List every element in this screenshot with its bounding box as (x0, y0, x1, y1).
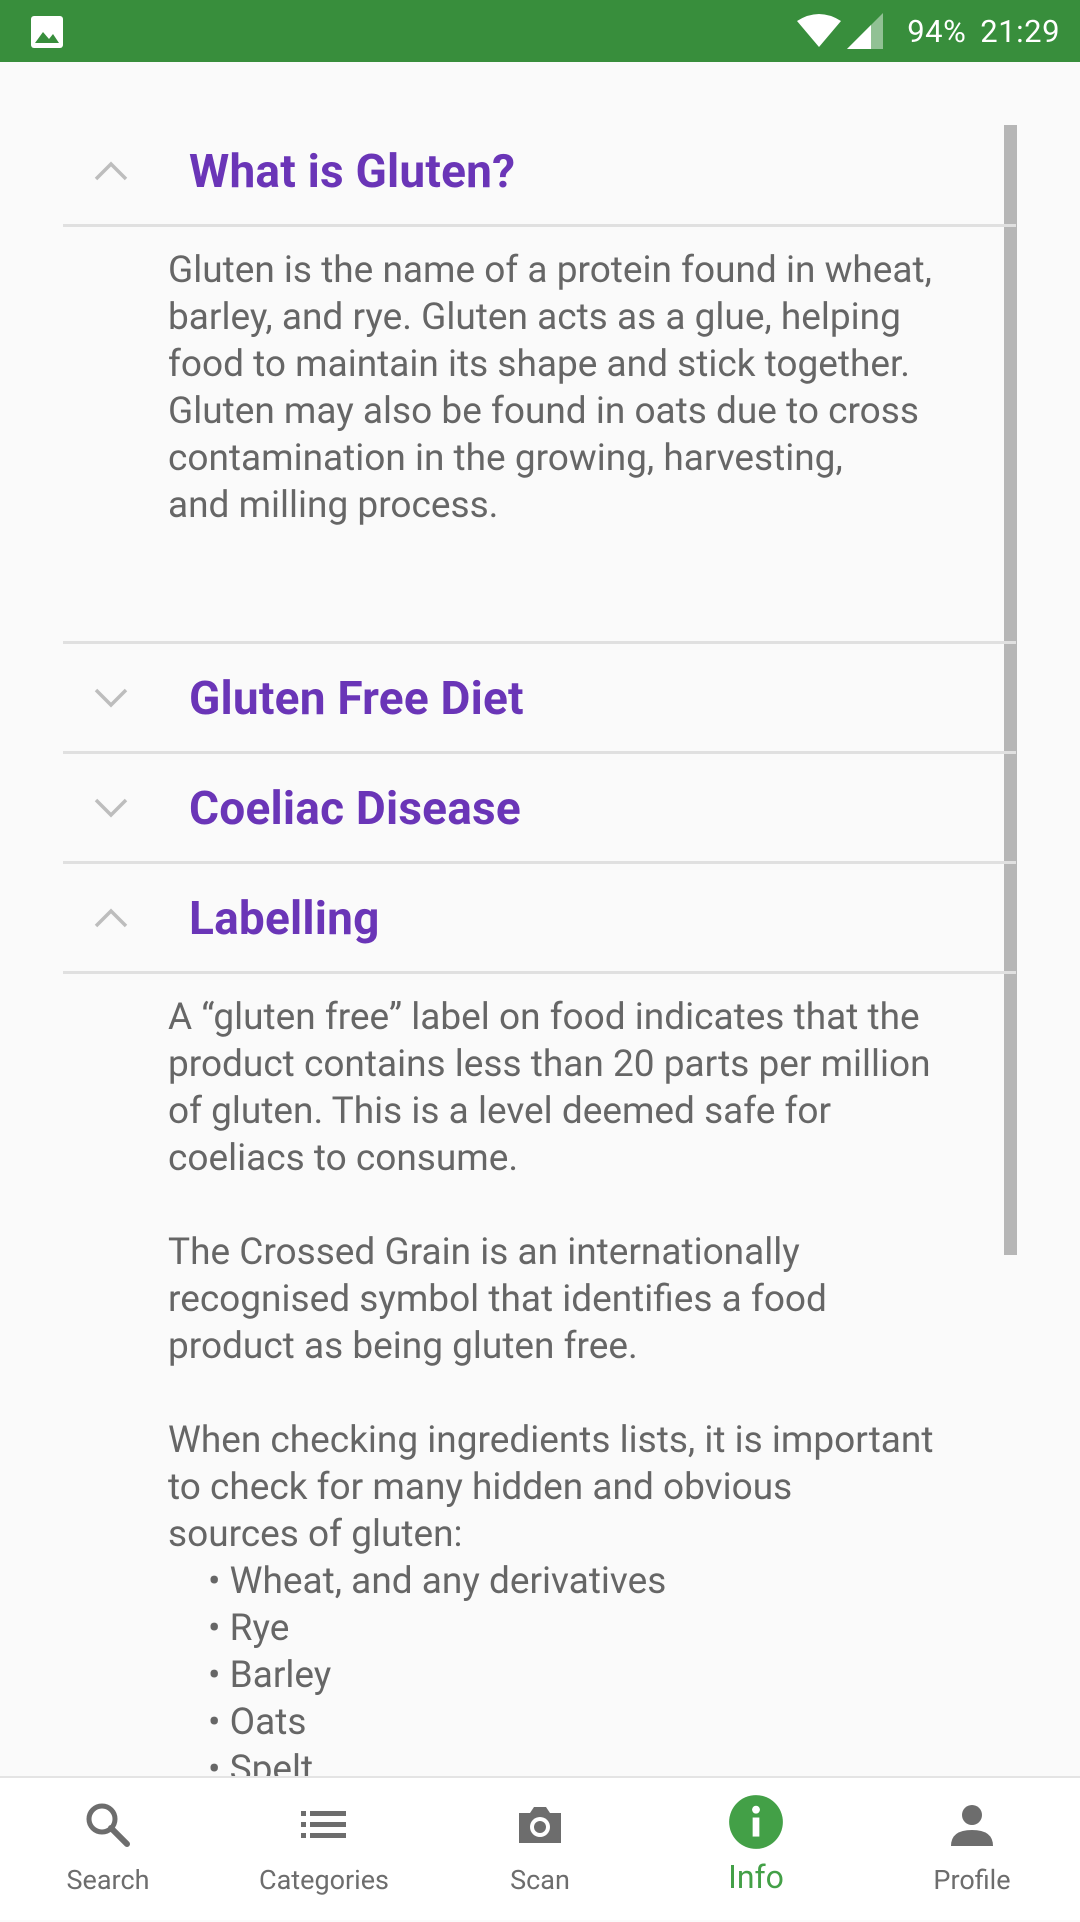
status-right: 94% 21:29 (795, 0, 1060, 62)
person-icon (951, 1805, 993, 1846)
nav-label: Search (66, 1864, 150, 1896)
gluten-sources-list: Wheat, and any derivatives Rye Barley Oa… (168, 1558, 1016, 1776)
section-body-what-is-gluten: Gluten is the name of a protein found in… (63, 227, 1016, 641)
info-icon (729, 1795, 783, 1849)
nav-label: Scan (510, 1864, 570, 1896)
wifi-icon (797, 14, 842, 47)
signal-icon (847, 13, 884, 49)
list-item: Barley (208, 1652, 1016, 1699)
nav-scan[interactable]: Scan (432, 1778, 648, 1922)
nav-label: Info (728, 1858, 784, 1896)
section-header-what-is-gluten[interactable]: What is Gluten? (63, 117, 1016, 227)
camera-icon (519, 1807, 561, 1843)
nav-label: Profile (933, 1864, 1011, 1896)
status-bar: 94% 21:29 (0, 0, 1080, 62)
chevron-down-icon (94, 688, 128, 708)
list-item: Rye (208, 1605, 1016, 1652)
section-title: Coeliac Disease (189, 782, 521, 836)
list-icon (301, 1811, 346, 1838)
labelling-paragraph: A “gluten free” label on food indicates … (168, 996, 931, 1180)
section-title: What is Gluten? (189, 145, 516, 199)
section-text: Gluten is the name of a protein found in… (168, 249, 932, 527)
image-icon (31, 16, 63, 48)
section-header-coeliac-disease[interactable]: Coeliac Disease (63, 754, 1016, 864)
section-header-labelling[interactable]: Labelling (63, 864, 1016, 974)
labelling-paragraph: When checking ingredients lists, it is i… (168, 1419, 934, 1556)
section-title: Gluten Free Diet (189, 672, 524, 726)
nav-profile[interactable]: Profile (864, 1778, 1080, 1922)
info-content[interactable]: What is Gluten? Gluten is the name of a … (0, 62, 1080, 1776)
chevron-up-icon (94, 908, 128, 928)
nav-label: Categories (259, 1864, 389, 1896)
section-header-gluten-free-diet[interactable]: Gluten Free Diet (63, 644, 1016, 754)
nav-info[interactable]: Info (648, 1778, 864, 1922)
section-body-labelling: A “gluten free” label on food indicates … (63, 974, 1016, 1776)
bottom-navigation: Search Categories Scan Info Profile (0, 1776, 1080, 1920)
list-item: Oats (208, 1699, 1016, 1746)
nav-categories[interactable]: Categories (216, 1778, 432, 1922)
clock: 21:29 (980, 12, 1060, 50)
search-icon (86, 1803, 130, 1847)
battery-level: 94% (907, 12, 967, 50)
list-item: Wheat, and any derivatives (208, 1558, 1016, 1605)
labelling-paragraph: The Crossed Grain is an internationally … (168, 1231, 827, 1368)
accordion: What is Gluten? Gluten is the name of a … (63, 117, 1016, 1776)
section-title: Labelling (189, 892, 380, 946)
nav-search[interactable]: Search (0, 1778, 216, 1922)
list-item: Spelt (208, 1746, 1016, 1776)
chevron-down-icon (94, 798, 128, 818)
chevron-up-icon (94, 161, 128, 181)
